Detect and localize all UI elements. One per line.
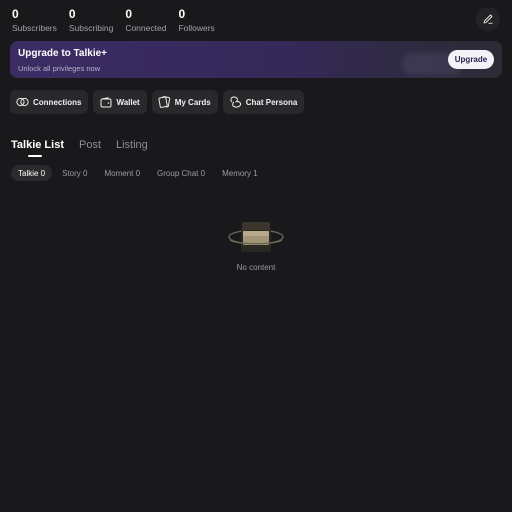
empty-box-icon bbox=[228, 222, 284, 252]
tab-label: Talkie List bbox=[11, 139, 64, 151]
tab-label: Post bbox=[78, 139, 101, 151]
profile-stats: 0 Subscribers 0 Subscribing 0 Connected … bbox=[12, 8, 227, 34]
stat-label: Subscribers bbox=[12, 23, 57, 33]
chip-memory[interactable]: Memory 1 bbox=[215, 165, 265, 181]
quick-actions: Connections Wallet My Cards Chat Persona bbox=[10, 90, 309, 114]
stat-connected[interactable]: 0 Connected bbox=[125, 8, 166, 34]
chip-group-chat[interactable]: Group Chat 0 bbox=[150, 165, 212, 181]
chat-persona-button[interactable]: Chat Persona bbox=[222, 90, 305, 114]
my-cards-label: My Cards bbox=[174, 97, 211, 107]
stat-label: Followers bbox=[178, 23, 215, 33]
wallet-label: Wallet bbox=[116, 97, 140, 107]
tab-post[interactable]: Post bbox=[79, 139, 101, 157]
stat-followers[interactable]: 0 Followers bbox=[178, 8, 214, 34]
banner-title: Upgrade to Talkie+ bbox=[18, 48, 108, 59]
pencil-icon bbox=[483, 14, 493, 24]
stat-label: Connected bbox=[125, 23, 167, 33]
wallet-button[interactable]: Wallet bbox=[93, 90, 147, 114]
content-tabs: Talkie List Post Listing bbox=[11, 139, 163, 157]
chip-story[interactable]: Story 0 bbox=[55, 165, 94, 181]
chat-persona-label: Chat Persona bbox=[245, 97, 298, 107]
filter-chips: Talkie 0 Story 0 Moment 0 Group Chat 0 M… bbox=[11, 165, 268, 181]
chip-moment[interactable]: Moment 0 bbox=[97, 165, 147, 181]
tab-listing[interactable]: Listing bbox=[116, 139, 148, 157]
banner-subtitle: Unlock all privileges now bbox=[18, 64, 101, 73]
cards-icon bbox=[158, 96, 171, 108]
stat-label: Subscribing bbox=[68, 23, 114, 33]
upgrade-button[interactable]: Upgrade bbox=[448, 50, 494, 69]
stat-value: 0 bbox=[68, 7, 76, 21]
stat-subscribers[interactable]: 0 Subscribers bbox=[12, 8, 57, 34]
my-cards-button[interactable]: My Cards bbox=[151, 90, 218, 114]
wallet-icon bbox=[99, 96, 112, 108]
edit-profile-button[interactable] bbox=[476, 7, 500, 31]
tab-talkie-list[interactable]: Talkie List bbox=[11, 139, 64, 157]
stat-value: 0 bbox=[12, 7, 19, 21]
upgrade-banner[interactable]: Upgrade to Talkie+ Unlock all privileges… bbox=[10, 41, 502, 78]
empty-message: No content bbox=[236, 263, 276, 272]
connections-label: Connections bbox=[33, 97, 82, 107]
persona-icon bbox=[229, 96, 242, 108]
stat-value: 0 bbox=[125, 7, 132, 21]
stat-value: 0 bbox=[178, 7, 186, 21]
empty-state: No content bbox=[0, 216, 512, 272]
active-tab-indicator bbox=[28, 155, 42, 157]
connections-icon bbox=[16, 96, 29, 108]
connections-button[interactable]: Connections bbox=[10, 90, 89, 114]
tab-label: Listing bbox=[116, 139, 148, 151]
stat-subscribing[interactable]: 0 Subscribing bbox=[69, 8, 113, 34]
chip-talkie[interactable]: Talkie 0 bbox=[11, 165, 53, 181]
